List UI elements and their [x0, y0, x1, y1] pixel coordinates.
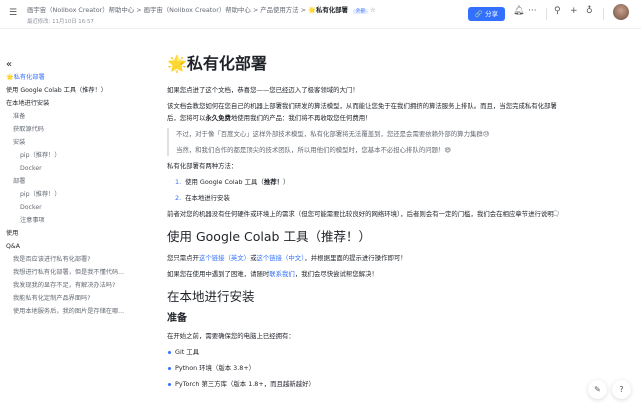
list-item: Git 工具 — [167, 346, 567, 358]
external-badge: 外部 — [352, 9, 368, 14]
outline-item[interactable]: pip（推荐！） — [0, 149, 150, 162]
link-english[interactable]: 这个链接（英文） — [199, 254, 250, 262]
list-item: 2. 在本地进行安装 — [175, 194, 230, 202]
outline-item[interactable]: 我想进行私有化部署，但是我不懂代码... — [0, 266, 150, 279]
outline-item[interactable]: 准备 — [0, 110, 150, 123]
quote-block: 不过，对于像「百度文心」这样外部技术模型，私有化部署将无法覆盖到，您还是会需要依… — [167, 128, 567, 156]
paragraph: 在开始之前，需要确保您的电脑上已经拥有： — [167, 332, 295, 340]
list-item: 1. 使用 Google Colab 工具（推荐！） — [175, 178, 290, 186]
help-icon[interactable]: ? — [612, 380, 631, 399]
top-bar: ☰ 画宇宙（Nolibox Creator）帮助中心 > 画宇宙（Nolibox… — [0, 0, 641, 29]
search-icon[interactable]: ⚲ — [554, 6, 561, 16]
outline-sidebar: « 🌟私有化部署 使用 Google Colab 工具（推荐！） 在本地进行安装 准备… — [0, 58, 150, 318]
section-heading: 在本地进行安装 — [167, 289, 255, 304]
outline-item[interactable]: 在本地进行安装 — [0, 97, 150, 110]
document-body: 🌟私有化部署 如果您点进了这个文档，恭喜您——您已经迈入了极客领域的大门！ 该文… — [167, 52, 567, 394]
list-item: PyTorch 第三方库（版本 1.8+，而且越新越好） — [167, 378, 567, 390]
contact-link[interactable]: 联系我们 — [269, 270, 295, 278]
ordered-list: 1. 使用 Google Colab 工具（推荐！） 2. 在本地进行安装 — [167, 176, 567, 204]
breadcrumb-current: 🌟私有化部署 — [307, 6, 348, 14]
outline-item[interactable]: 我是否应该进行私有化部署? — [0, 253, 150, 266]
list-item: Python 环境（版本 3.8+） — [167, 362, 567, 374]
paragraph: 该文档会教您如何在您自己的机器上部署我们研发的算法模型，从而能让您免于在我们拥挤… — [167, 102, 557, 122]
bell-icon[interactable]: 🔔︎ — [513, 6, 524, 16]
outline-item[interactable]: 注意事项 — [0, 214, 150, 227]
last-modified: 最近修改: 11月10日 16:57 — [27, 19, 94, 25]
outline-item[interactable]: 使用 — [0, 227, 150, 240]
star-icon[interactable]: ☆ — [370, 6, 376, 14]
paragraph: 如果您在使用中遇到了困难，请随时联系我们，我们会尽快尝试帮您解决！ — [167, 270, 378, 278]
section-heading: 使用 Google Colab 工具（推荐！） — [167, 229, 371, 244]
breadcrumb-item[interactable]: 产品使用方法 — [260, 6, 298, 14]
outline-item[interactable]: Docker — [0, 162, 150, 175]
outline-toggle-icon[interactable]: ☰ — [9, 8, 17, 18]
outline-item[interactable]: pip（推荐！） — [0, 188, 150, 201]
paragraph: 您只需点开这个链接（英文）或这个链接（中文），并根据里面的提示进行操作即可！ — [167, 254, 407, 262]
plus-icon[interactable]: + — [570, 6, 578, 16]
bullet-list: Git 工具 Python 环境（版本 3.8+） PyTorch 第三方库（版… — [167, 346, 567, 390]
paragraph: 前者对您的机器没有任何硬件或环境上的需求（但您可能需要比较良好的网络环境），后者… — [167, 210, 554, 218]
paragraph: 如果您点进了这个文档，恭喜您——您已经迈入了极客领域的大门！ — [167, 86, 359, 94]
quote-line: 当然，和我们合作的都是顶尖的技术团队，所以用他们的模型时，您基本不必担心排队的问… — [176, 146, 452, 154]
page-title: 🌟私有化部署 — [167, 54, 267, 73]
breadcrumb-item[interactable]: 画宇宙（Nolibox Creator）帮助中心 — [144, 6, 251, 14]
doc-edit-icon[interactable]: ✎ — [588, 380, 607, 399]
collapse-outline-icon[interactable]: « — [0, 58, 150, 71]
share-button[interactable]: 🔗 分享 — [468, 7, 505, 21]
more-icon[interactable]: ··· — [528, 6, 537, 16]
outline-item[interactable]: 我能私有化定制产品界面吗? — [0, 292, 150, 305]
outline-item[interactable]: 获取源代码 — [0, 123, 150, 136]
outline-item[interactable]: 部署 — [0, 175, 150, 188]
breadcrumb-item[interactable]: 画宇宙（Nolibox Creator）帮助中心 — [27, 6, 134, 14]
outline-item[interactable]: 安装 — [0, 136, 150, 149]
comment-icon[interactable]: 🗨︎ — [551, 210, 560, 218]
outline-item[interactable]: 使用本地服务后，我的图片是存储在哪... — [0, 305, 150, 318]
outline-item[interactable]: 🌟私有化部署 — [0, 71, 150, 84]
breadcrumb: 画宇宙（Nolibox Creator）帮助中心 > 画宇宙（Nolibox C… — [27, 6, 376, 14]
lightbulb-icon[interactable]: ♁ — [586, 6, 593, 16]
outline-item[interactable]: 我发现我的显存不足，有解决办法吗? — [0, 279, 150, 292]
outline-item[interactable]: Q&A — [0, 240, 150, 253]
divider — [546, 8, 547, 20]
outline-item[interactable]: Docker — [0, 201, 150, 214]
outline-item[interactable]: 使用 Google Colab 工具（推荐！） — [0, 84, 150, 97]
subsection-heading: 准备 — [167, 313, 187, 324]
avatar[interactable] — [613, 4, 629, 20]
quote-line: 不过，对于像「百度文心」这样外部技术模型，私有化部署将无法覆盖到，您还是会需要依… — [176, 130, 490, 138]
link-icon: 🔗 — [474, 10, 483, 18]
divider — [603, 8, 604, 20]
link-chinese[interactable]: 这个链接（中文） — [256, 254, 304, 262]
paragraph: 私有化部署有两种方法： — [167, 162, 238, 170]
